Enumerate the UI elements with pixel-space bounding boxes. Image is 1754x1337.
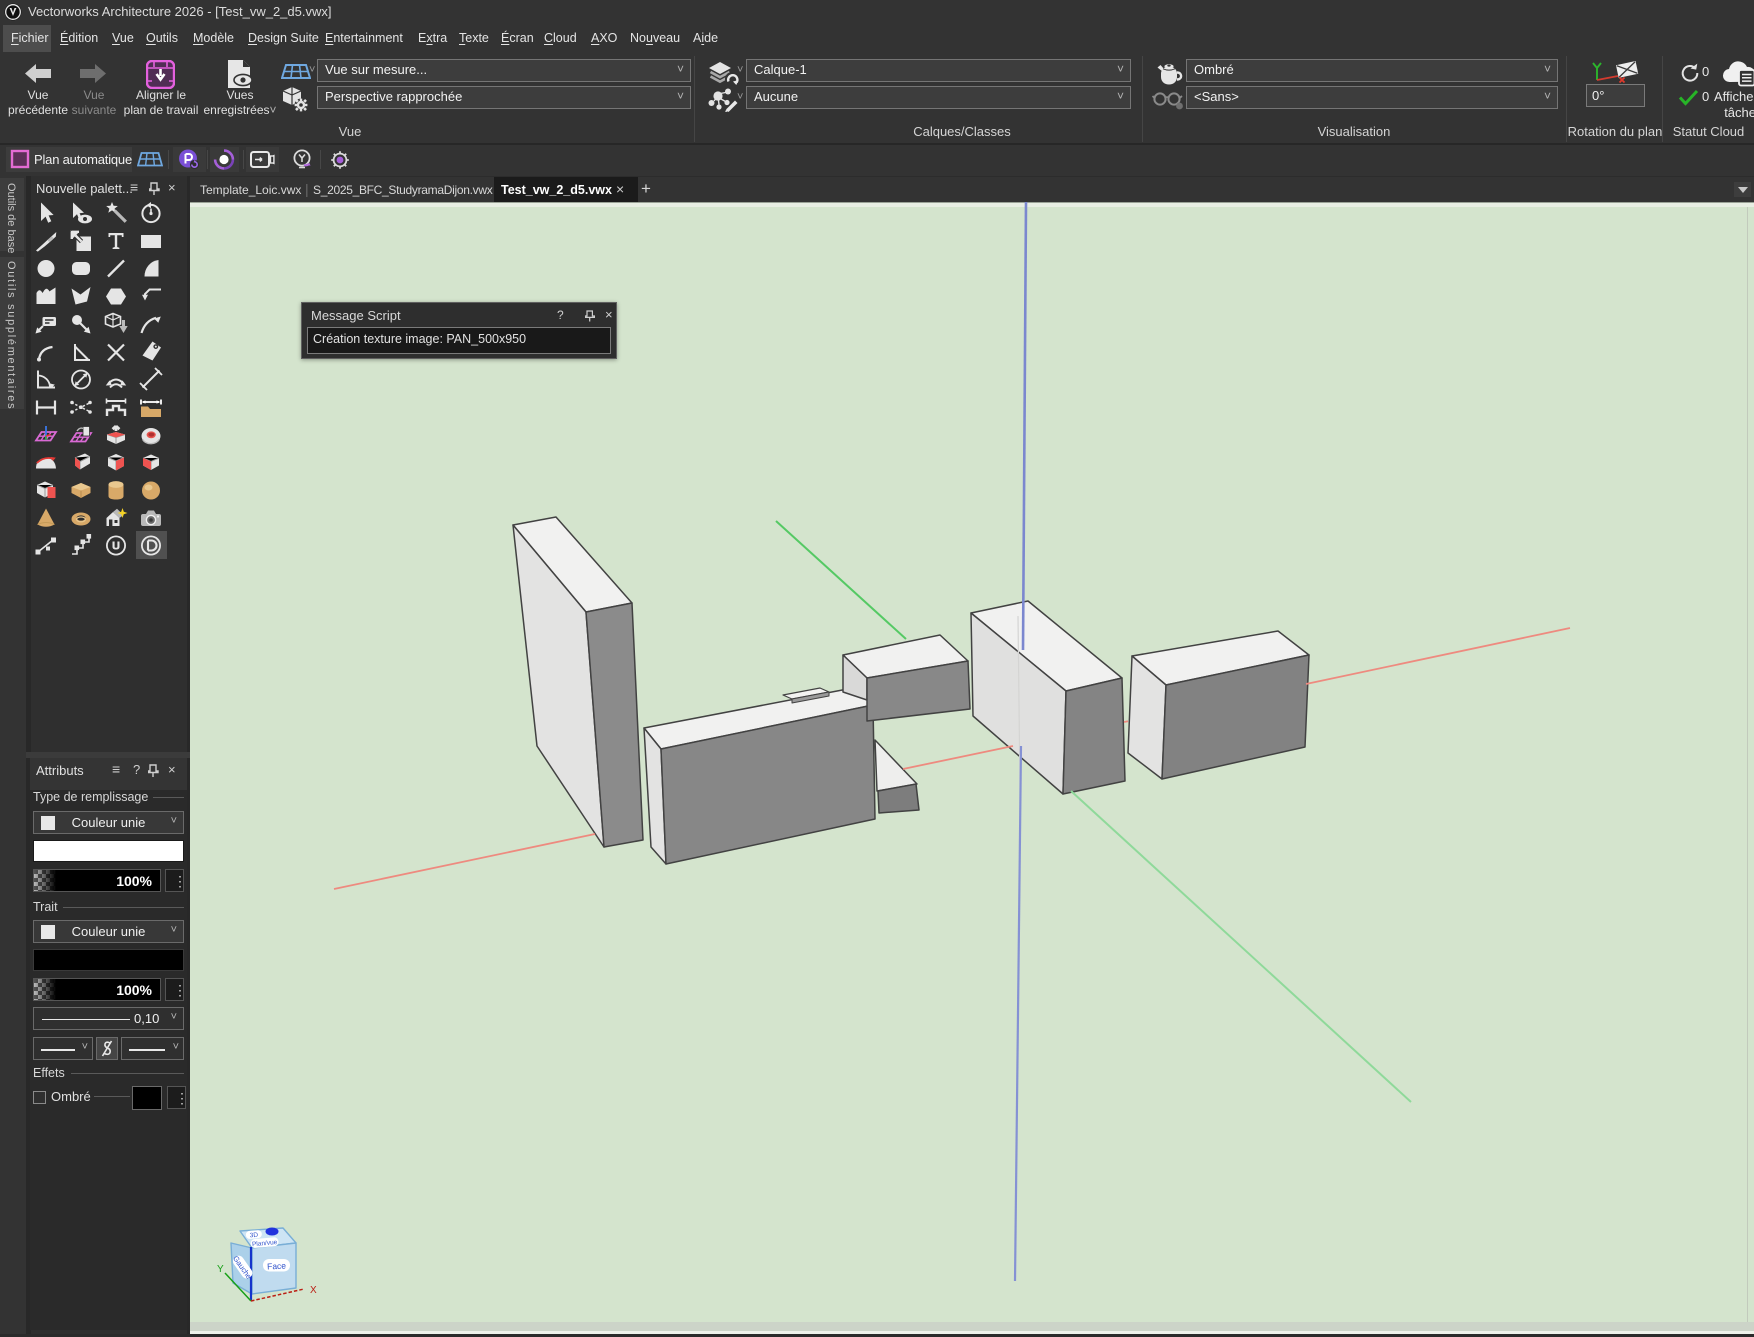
svg-text:Face: Face <box>267 1260 287 1271</box>
svg-text:3D: 3D <box>249 1232 258 1240</box>
svg-text:X: X <box>310 1285 317 1296</box>
svg-text:Y: Y <box>217 1264 224 1275</box>
